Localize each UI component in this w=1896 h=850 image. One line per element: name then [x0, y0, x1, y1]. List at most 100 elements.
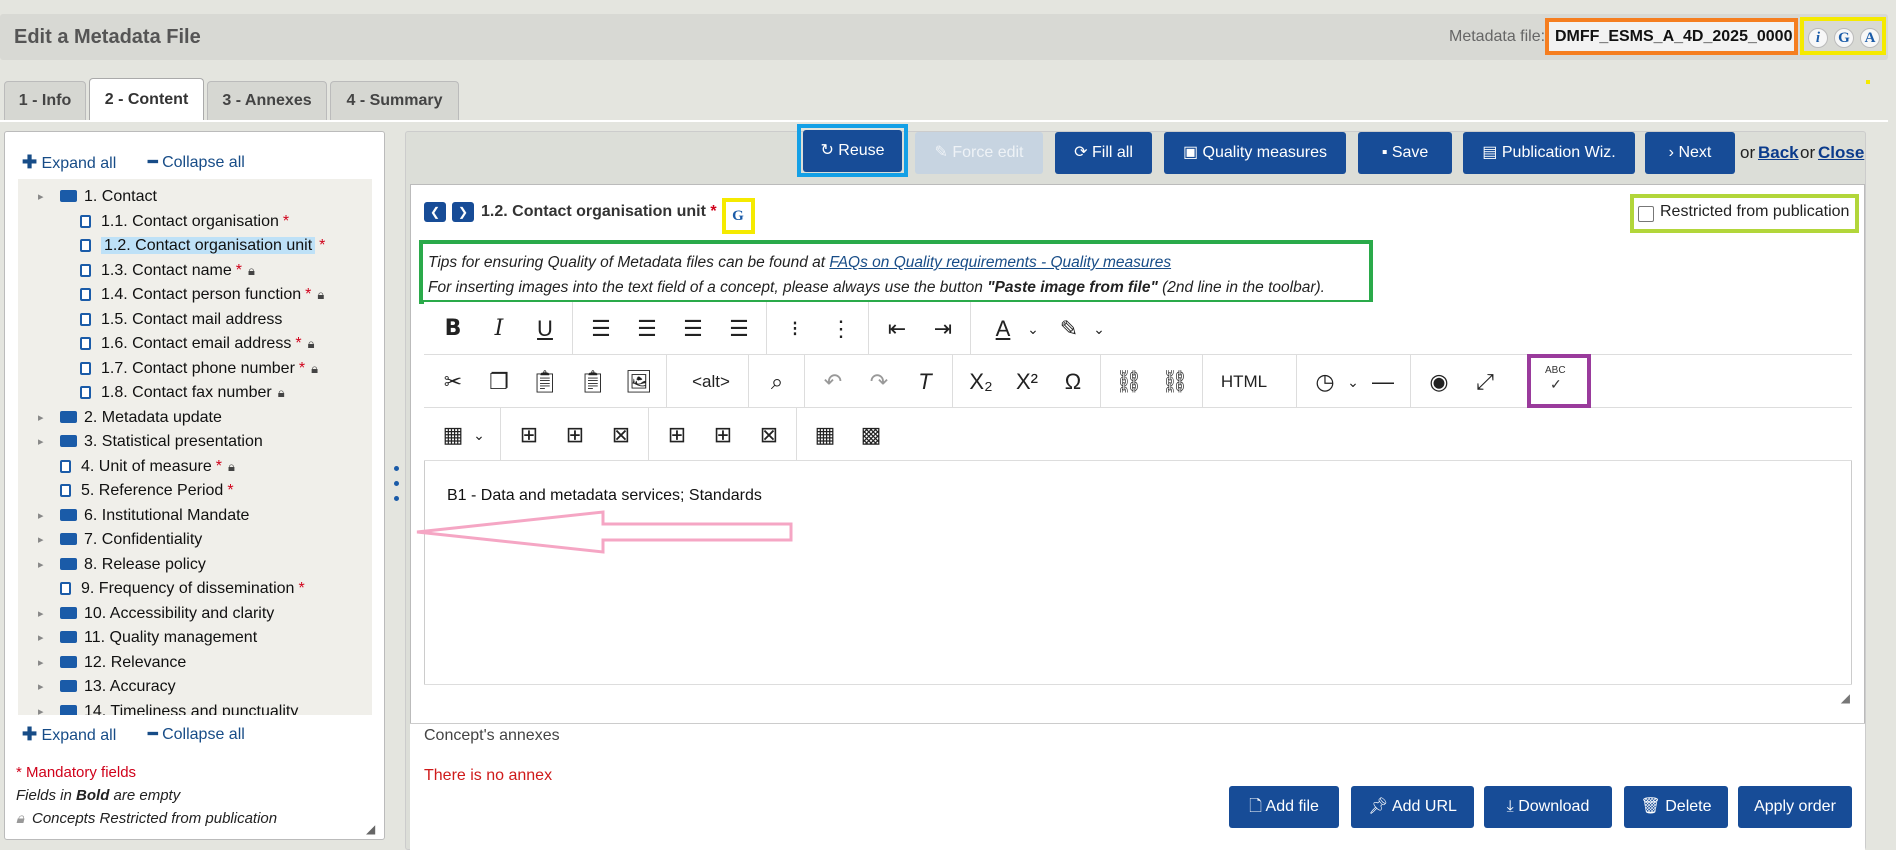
superscript-icon[interactable]: X² — [1012, 368, 1042, 396]
search-icon[interactable]: ⌕ — [762, 368, 792, 396]
tree-item[interactable]: ▸ 13. Accuracy — [38, 676, 176, 698]
tab-content[interactable]: 2 - Content — [89, 78, 204, 121]
copy-icon[interactable]: ❐ — [484, 368, 514, 396]
collapse-all-bottom[interactable]: ━ Collapse all — [148, 724, 245, 744]
tree-item[interactable]: ▸ 6. Institutional Mandate — [38, 505, 249, 527]
info-icon[interactable]: i — [1808, 28, 1828, 48]
save-button[interactable]: ▪ Save — [1358, 132, 1452, 174]
chevron-down-icon[interactable]: ⌄ — [464, 421, 494, 449]
expander-icon[interactable]: ▸ — [38, 701, 44, 716]
expander-icon[interactable]: ▸ — [38, 529, 44, 551]
editor-resize-icon[interactable]: ◢ — [1841, 691, 1850, 705]
add-file-button[interactable]: 🗋︎ Add file — [1229, 786, 1339, 828]
clear-format-icon[interactable]: T — [910, 368, 940, 396]
paste-text-icon[interactable]: 📋︎ — [578, 368, 608, 396]
publication-wizard-button[interactable]: ▤ Publication Wiz. — [1463, 132, 1635, 174]
tree-item[interactable]: 9. Frequency of dissemination * — [60, 578, 305, 600]
close-link[interactable]: Close — [1818, 143, 1864, 163]
apply-order-button[interactable]: Apply order — [1738, 786, 1852, 828]
tree-item[interactable]: ▸ 8. Release policy — [38, 554, 206, 576]
tab-info[interactable]: 1 - Info — [4, 81, 86, 121]
delete-table-icon[interactable]: ▩ — [856, 421, 886, 449]
outdent-icon[interactable]: ⇤ — [882, 315, 912, 343]
tree-item[interactable]: ▸ 1. Contact — [38, 186, 157, 208]
bold-icon[interactable]: B — [438, 315, 468, 343]
expander-icon[interactable]: ▸ — [38, 431, 44, 453]
tree-item[interactable]: ▸ 14. Timeliness and punctuality — [38, 701, 298, 715]
delete-row-icon[interactable]: ⊠ — [606, 421, 636, 449]
tab-annexes[interactable]: 3 - Annexes — [207, 81, 327, 121]
tree-item[interactable]: 5. Reference Period * — [60, 480, 234, 502]
faq-quality-link[interactable]: FAQs on Quality requirements - Quality m… — [829, 254, 1171, 271]
clock-icon[interactable]: ◷ — [1310, 368, 1340, 396]
collapse-all-top[interactable]: ━ Collapse all — [148, 152, 245, 172]
expander-icon[interactable]: ▸ — [38, 407, 44, 429]
insert-row-after-icon[interactable]: ⊞ — [560, 421, 590, 449]
paste-image-icon[interactable]: 🖼︎ — [624, 368, 654, 396]
align-justify-icon[interactable]: ☰ — [724, 315, 754, 343]
next-button[interactable]: › Next — [1645, 132, 1735, 174]
tree-item[interactable]: 1.2. Contact organisation unit * — [80, 235, 325, 257]
cut-icon[interactable]: ✂ — [438, 368, 468, 396]
expand-all-bottom[interactable]: ✚ Expand all — [22, 724, 116, 745]
tree-item[interactable]: 4. Unit of measure * 🔒︎ — [60, 456, 235, 478]
tree-item[interactable]: 1.4. Contact person function * 🔒︎ — [80, 284, 324, 306]
add-url-button[interactable]: 📌︎ Add URL — [1351, 786, 1474, 828]
align-right-icon[interactable]: ☰ — [678, 315, 708, 343]
expander-icon[interactable]: ▸ — [38, 554, 44, 576]
fullscreen-icon[interactable]: ⤢ — [1470, 368, 1500, 396]
insert-column-before-icon[interactable]: ⊞ — [662, 421, 692, 449]
tab-summary[interactable]: 4 - Summary — [330, 81, 459, 121]
undo-icon[interactable]: ↶ — [818, 368, 848, 396]
tree-item[interactable]: 1.5. Contact mail address — [80, 309, 282, 331]
delete-button[interactable]: 🗑︎ Delete — [1624, 786, 1728, 828]
tree-item[interactable]: ▸ 10. Accessibility and clarity — [38, 603, 274, 625]
html-button[interactable]: HTML — [1216, 368, 1272, 396]
reuse-button[interactable]: ↻ Reuse — [803, 130, 902, 172]
horizontal-line-icon[interactable]: — — [1368, 368, 1398, 396]
chevron-down-icon[interactable]: ⌄ — [1338, 368, 1368, 396]
tree-item[interactable]: 1.6. Contact email address * 🔒︎ — [80, 333, 314, 355]
tree-item[interactable]: 1.7. Contact phone number * 🔒︎ — [80, 358, 318, 380]
resize-handle-icon[interactable]: ◢ — [366, 822, 375, 836]
align-center-icon[interactable]: ☰ — [632, 315, 662, 343]
expander-icon[interactable]: ▸ — [38, 652, 44, 674]
tree-item[interactable]: 1.3. Contact name * 🔒︎ — [80, 260, 255, 282]
previous-concept-button[interactable]: ❮ — [424, 202, 446, 222]
abbreviation-icon[interactable]: A — [1860, 28, 1880, 48]
restricted-checkbox[interactable] — [1638, 206, 1654, 222]
highlight-color-icon[interactable]: ✎ — [1054, 315, 1084, 343]
glossary-icon[interactable]: G — [1834, 28, 1854, 48]
tree-item[interactable]: ▸ 2. Metadata update — [38, 407, 222, 429]
glossary-icon[interactable]: G — [728, 207, 748, 227]
tree-item[interactable]: ▸ 12. Relevance — [38, 652, 186, 674]
tree-item[interactable]: ▸ 11. Quality management — [38, 627, 257, 649]
quality-measures-button[interactable]: ▣ Quality measures — [1164, 132, 1346, 174]
paste-icon[interactable]: 📋︎ — [530, 368, 560, 396]
align-left-icon[interactable]: ☰ — [586, 315, 616, 343]
insert-column-after-icon[interactable]: ⊞ — [708, 421, 738, 449]
chevron-down-icon[interactable]: ⌄ — [1018, 315, 1048, 343]
fill-all-button[interactable]: ⟳ Fill all — [1055, 132, 1152, 174]
insert-row-before-icon[interactable]: ⊞ — [514, 421, 544, 449]
italic-icon[interactable]: I — [484, 315, 514, 343]
delete-column-icon[interactable]: ⊠ — [754, 421, 784, 449]
expander-icon[interactable]: ▸ — [38, 627, 44, 649]
subscript-icon[interactable]: X₂ — [966, 368, 996, 396]
link-icon[interactable]: ⛓︎ — [1114, 368, 1144, 396]
expander-icon[interactable]: ▸ — [38, 603, 44, 625]
preview-icon[interactable]: ◉ — [1424, 368, 1454, 396]
underline-icon[interactable]: U — [530, 315, 560, 343]
special-char-icon[interactable]: Ω — [1058, 368, 1088, 396]
redo-icon[interactable]: ↷ — [864, 368, 894, 396]
expander-icon[interactable]: ▸ — [38, 676, 44, 698]
tree-item[interactable]: ▸ 3. Statistical presentation — [38, 431, 263, 453]
numbered-list-icon[interactable]: ⋮ — [826, 315, 856, 343]
text-color-icon[interactable]: A — [988, 315, 1018, 343]
spellcheck-icon[interactable]: ABC — [1545, 365, 1566, 376]
next-concept-button[interactable]: ❯ — [452, 202, 474, 222]
tree-item[interactable]: ▸ 7. Confidentiality — [38, 529, 202, 551]
back-link[interactable]: Back — [1758, 143, 1799, 163]
bullet-list-icon[interactable]: ⁝ — [780, 315, 810, 343]
table-properties-icon[interactable]: ▦ — [810, 421, 840, 449]
